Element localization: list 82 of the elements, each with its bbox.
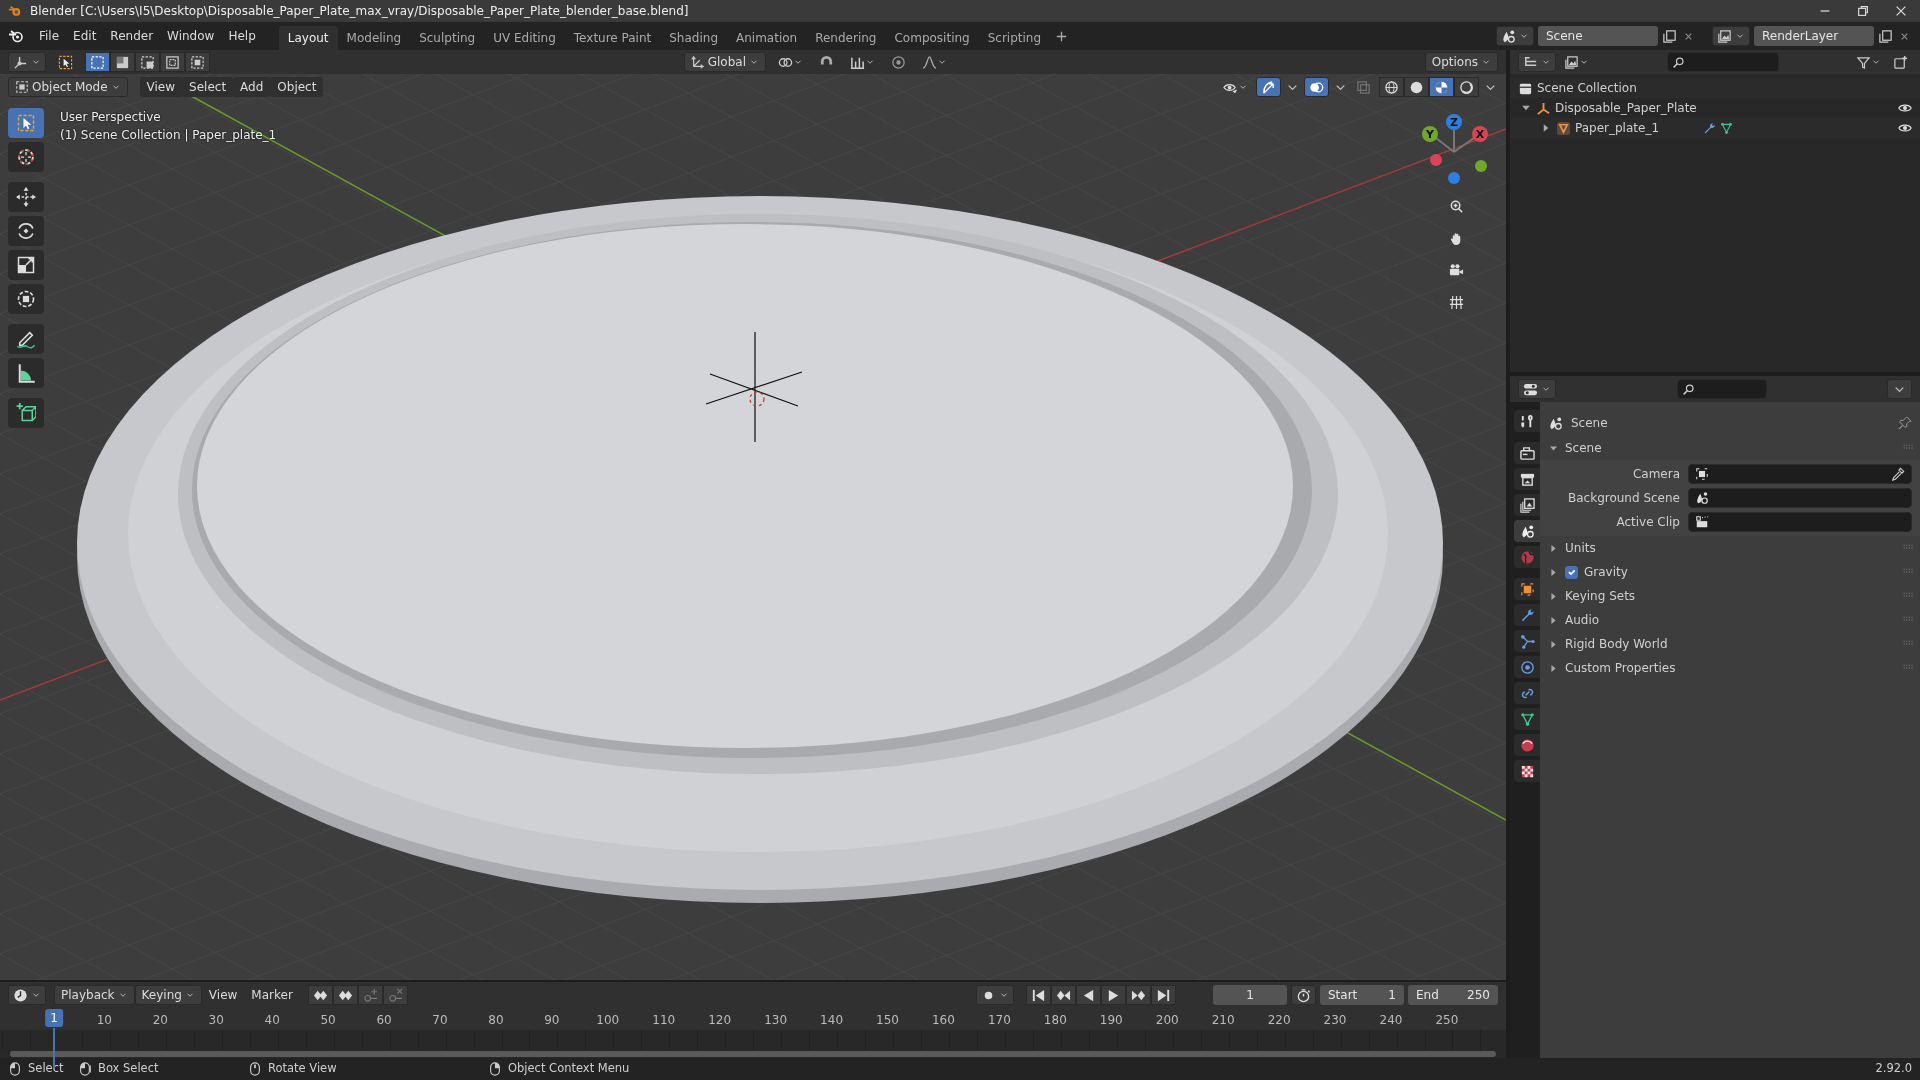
frame-number: 50 xyxy=(320,1012,336,1029)
timeline-menu[interactable]: View xyxy=(201,985,245,1005)
axis-handle[interactable]: X xyxy=(1472,126,1488,142)
panel-title[interactable]: Audio xyxy=(1565,611,1600,629)
workspace-tab[interactable]: Compositing xyxy=(885,26,979,50)
frame-number: 220 xyxy=(1267,1012,1291,1029)
frame-number: 110 xyxy=(652,1012,676,1029)
frame-number: 100 xyxy=(596,1012,620,1029)
frame-number: 30 xyxy=(208,1012,224,1029)
panel-title[interactable]: Rigid Body World xyxy=(1565,635,1668,653)
view-layer-field[interactable]: RenderLayer xyxy=(1754,26,1874,46)
menu-item[interactable]: Edit xyxy=(66,26,104,46)
frame-number: 200 xyxy=(1155,1012,1179,1029)
field-label: Active Clip xyxy=(1615,514,1680,531)
outliner-item[interactable]: Paper_plate_1 xyxy=(1575,119,1659,137)
workspace-tab[interactable]: Texture Paint xyxy=(564,26,661,50)
status-hint: Box Select xyxy=(98,1060,159,1078)
frame-number: 190 xyxy=(1099,1012,1123,1029)
frame-number: 60 xyxy=(376,1012,392,1029)
current-frame-field[interactable]: 1 xyxy=(1213,985,1287,1005)
frame-number: 40 xyxy=(264,1012,280,1029)
options-dropdown[interactable]: Options xyxy=(1424,52,1498,72)
workspace-tab[interactable]: Layout xyxy=(278,26,338,50)
workspace-tab[interactable]: Rendering xyxy=(806,26,886,50)
outliner-item[interactable]: Scene Collection xyxy=(1537,79,1637,97)
status-hint: Rotate View xyxy=(268,1060,337,1078)
frame-number: 180 xyxy=(1043,1012,1067,1029)
workspace-tab[interactable]: Sculpting xyxy=(410,26,485,50)
orientation-dropdown[interactable]: Global xyxy=(683,52,766,72)
panel-title[interactable]: Keying Sets xyxy=(1565,587,1636,605)
frame-number: 170 xyxy=(987,1012,1011,1029)
workspace-tab[interactable]: Modeling xyxy=(337,26,411,50)
frame-number: 210 xyxy=(1211,1012,1235,1029)
context-title: Scene xyxy=(1571,415,1608,432)
workspace-tab[interactable]: Scripting xyxy=(978,26,1051,50)
status-hint: Select xyxy=(28,1060,64,1078)
workspace-tab[interactable]: UV Editing xyxy=(484,26,565,50)
menu-item[interactable]: File xyxy=(32,26,67,46)
window-title: Blender [C:\Users\I5\Desktop\Disposable_Paper_Plate_max_vray/Disposable_Paper_Plate_blender_base.blend] xyxy=(30,3,689,20)
panel-title[interactable]: Scene xyxy=(1565,439,1602,457)
frame-number: 90 xyxy=(544,1012,560,1029)
workspace-tab[interactable]: Animation xyxy=(727,26,807,50)
frame-number: 230 xyxy=(1323,1012,1347,1029)
viewport-info-text: User Perspective xyxy=(60,109,162,126)
workspace-tab[interactable]: Shading xyxy=(660,26,727,50)
frame-number: 80 xyxy=(488,1012,504,1029)
mode-dropdown[interactable]: Object Mode xyxy=(8,77,128,97)
frame-number: 160 xyxy=(932,1012,955,1029)
menu-item[interactable]: Render xyxy=(103,26,161,46)
frame-number: 10 xyxy=(96,1012,112,1029)
field-label: Camera xyxy=(1631,466,1680,483)
viewport-menu[interactable]: Select xyxy=(182,77,234,97)
frame-number: 120 xyxy=(708,1012,732,1029)
frame-number: 250 xyxy=(1435,1012,1459,1029)
frame-number: 140 xyxy=(820,1012,843,1029)
status-hint: Object Context Menu xyxy=(508,1060,630,1078)
end-frame-field[interactable]: End 250 xyxy=(1408,985,1498,1005)
axis-handle[interactable]: Y xyxy=(1422,126,1438,142)
axis-handle[interactable]: Z xyxy=(1446,114,1462,130)
viewport-menu[interactable]: View xyxy=(139,77,183,97)
playhead-frame[interactable]: 1 xyxy=(45,1009,63,1027)
menu-item[interactable]: Window xyxy=(160,26,222,46)
viewport-menu[interactable]: Object xyxy=(270,77,324,97)
version-label: 2.92.0 xyxy=(1875,1060,1912,1078)
timeline-menu[interactable]: Playback xyxy=(54,985,135,1005)
outliner-item[interactable]: Disposable_Paper_Plate xyxy=(1555,99,1697,117)
frame-number: 20 xyxy=(152,1012,168,1029)
frame-number: 70 xyxy=(432,1012,448,1029)
panel-title[interactable]: Units xyxy=(1565,539,1596,557)
timeline-menu[interactable]: Marker xyxy=(244,985,300,1005)
viewport-info-text: (1) Scene Collection | Paper_plate_1 xyxy=(60,127,277,144)
frame-number: 150 xyxy=(876,1012,899,1029)
field-label: Background Scene xyxy=(1567,490,1680,507)
timeline-menu[interactable]: Keying xyxy=(134,985,202,1005)
viewport-menu[interactable]: Add xyxy=(233,77,271,97)
panel-title[interactable]: Custom Properties xyxy=(1565,659,1676,677)
panel-title[interactable]: Gravity xyxy=(1584,563,1628,581)
menu-item[interactable]: Help xyxy=(221,26,263,46)
frame-number: 240 xyxy=(1379,1012,1403,1029)
start-frame-field[interactable]: Start 1 xyxy=(1320,985,1404,1005)
frame-number: 130 xyxy=(764,1012,788,1029)
scene-field[interactable]: Scene xyxy=(1538,26,1658,46)
